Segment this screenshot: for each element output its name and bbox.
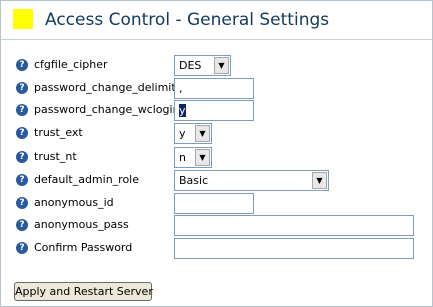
confirm-password-input[interactable] <box>174 238 414 259</box>
help-icon[interactable]: ? <box>16 174 28 186</box>
row-trust-nt: ? trust_nt n ▼ <box>1 147 432 169</box>
password-change-delimiter-label: password_change_delimiter <box>34 81 187 94</box>
chevron-down-icon[interactable]: ▼ <box>312 172 327 189</box>
trust-nt-select[interactable]: n ▼ <box>174 147 212 168</box>
help-icon[interactable]: ? <box>16 151 28 163</box>
default-admin-role-select[interactable]: Basic ▼ <box>174 170 329 191</box>
apply-restart-button[interactable]: Apply and Restart Server <box>14 282 153 301</box>
settings-panel: Access Control - General Settings ? cfgf… <box>0 0 433 307</box>
default-admin-role-value: Basic <box>179 174 209 187</box>
anonymous-id-input[interactable] <box>174 193 254 214</box>
help-icon[interactable]: ? <box>16 219 28 231</box>
password-change-wclogin-input[interactable]: y <box>174 100 254 121</box>
confirm-password-label: Confirm Password <box>34 241 133 254</box>
help-icon[interactable]: ? <box>16 242 28 254</box>
password-change-wclogin-label: password_change_wclogin <box>34 103 180 116</box>
password-change-wclogin-value: y <box>179 104 186 117</box>
row-password-change-wclogin: ? password_change_wclogin y <box>1 100 432 122</box>
anonymous-pass-input[interactable] <box>174 215 414 236</box>
title-divider <box>1 39 432 40</box>
anonymous-pass-label: anonymous_pass <box>34 218 129 231</box>
row-default-admin-role: ? default_admin_role Basic ▼ <box>1 170 432 192</box>
chevron-down-icon[interactable]: ▼ <box>195 149 210 166</box>
chevron-down-icon[interactable]: ▼ <box>214 57 229 74</box>
help-icon[interactable]: ? <box>16 59 28 71</box>
help-icon[interactable]: ? <box>16 104 28 116</box>
row-trust-ext: ? trust_ext y ▼ <box>1 123 432 145</box>
trust-ext-label: trust_ext <box>34 126 83 139</box>
password-change-delimiter-input[interactable]: , <box>174 78 254 99</box>
row-anonymous-pass: ? anonymous_pass <box>1 215 432 237</box>
cfgfile-cipher-label: cfgfile_cipher <box>34 58 108 71</box>
row-password-change-delimiter: ? password_change_delimiter , <box>1 78 432 100</box>
trust-ext-select[interactable]: y ▼ <box>174 123 212 144</box>
anonymous-id-label: anonymous_id <box>34 196 114 209</box>
page-title: Access Control - General Settings <box>45 10 330 30</box>
help-icon[interactable]: ? <box>16 82 28 94</box>
help-icon[interactable]: ? <box>16 127 28 139</box>
trust-nt-value: n <box>179 151 186 164</box>
default-admin-role-label: default_admin_role <box>34 173 140 186</box>
cfgfile-cipher-select[interactable]: DES ▼ <box>174 55 231 76</box>
cfgfile-cipher-value: DES <box>179 59 202 72</box>
row-anonymous-id: ? anonymous_id <box>1 193 432 215</box>
row-cfgfile-cipher: ? cfgfile_cipher DES ▼ <box>1 55 432 77</box>
chevron-down-icon[interactable]: ▼ <box>195 125 210 142</box>
trust-ext-value: y <box>179 127 186 140</box>
trust-nt-label: trust_nt <box>34 150 77 163</box>
help-icon[interactable]: ? <box>16 197 28 209</box>
row-confirm-password: ? Confirm Password <box>1 238 432 260</box>
title-color-swatch <box>13 9 33 29</box>
